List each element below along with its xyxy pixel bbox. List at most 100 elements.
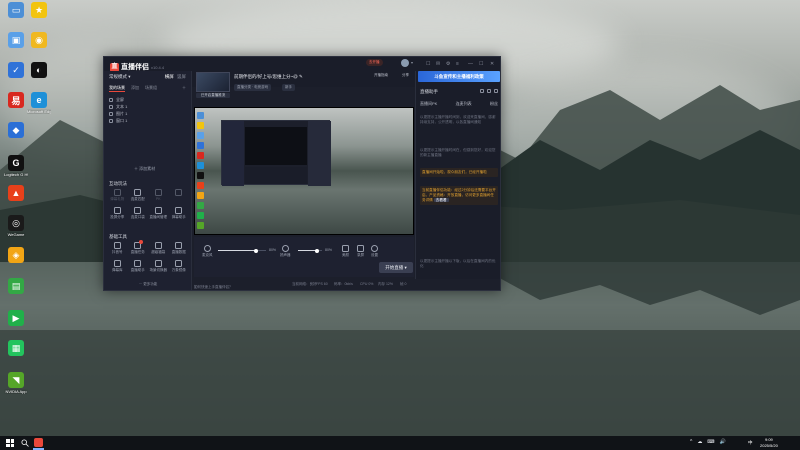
- portrait-toggle[interactable]: 竖屏: [177, 74, 186, 79]
- desktop-shortcut[interactable]: ▶: [4, 310, 28, 327]
- desktop-shortcut[interactable]: ◥ NVIDIA App: [4, 372, 28, 394]
- system-tray: ^ ☁ ⌨ 🔊: [690, 439, 726, 445]
- interact-tool[interactable]: [169, 189, 190, 202]
- speaker-control[interactable]: 扬声器: [280, 245, 291, 258]
- desktop-shortcut[interactable]: 易: [4, 92, 28, 109]
- stream-settings-button[interactable]: 设置: [371, 245, 378, 258]
- desktop-shortcut[interactable]: ▭: [4, 2, 28, 19]
- windows-start-icon[interactable]: [6, 439, 14, 447]
- checkbox-icon[interactable]: [109, 111, 113, 116]
- desktop-shortcut[interactable]: ✓: [4, 62, 28, 79]
- microphone-icon[interactable]: [203, 245, 211, 252]
- record-button[interactable]: 录屏: [357, 245, 364, 258]
- desktop-shortcut[interactable]: ◆: [4, 122, 28, 139]
- volume-icon[interactable]: 🔊: [720, 439, 726, 445]
- app-shortcut-icon: ◐: [31, 62, 47, 78]
- desktop-shortcut[interactable]: ★: [27, 2, 51, 19]
- mic-control[interactable]: 麦克风: [202, 245, 213, 258]
- desktop-shortcut[interactable]: ▤: [4, 278, 28, 295]
- message-icon[interactable]: ✉: [436, 61, 440, 67]
- interact-tool[interactable]: 投屏分享: [107, 207, 128, 220]
- stream-preview[interactable]: [194, 107, 414, 235]
- scene-item[interactable]: 全屏: [109, 96, 186, 103]
- basic-tool[interactable]: 抖音号: [107, 242, 128, 255]
- settings-gear-icon[interactable]: ⚙: [446, 61, 450, 67]
- beauty-effects-button[interactable]: 美颜: [342, 245, 349, 258]
- desktop-shortcut[interactable]: ◈: [4, 247, 28, 264]
- promo-banner[interactable]: 斗鱼宣传和主播福利政策: [418, 71, 500, 82]
- interact-tool[interactable]: 连麦口袋: [128, 207, 149, 220]
- desktop-shortcut[interactable]: ◎ WeGame: [4, 215, 28, 237]
- category-pill[interactable]: 直播分类 · 电竞游戏: [234, 84, 272, 91]
- basic-tool[interactable]: 弹幕库: [107, 260, 128, 273]
- speaker-icon[interactable]: [281, 245, 289, 252]
- tray-cloud-icon[interactable]: ☁: [697, 439, 702, 445]
- checkbox-icon[interactable]: [109, 118, 113, 123]
- interact-tool[interactable]: 弹幕礼物: [107, 189, 128, 202]
- desktop-shortcut[interactable]: ◉: [27, 32, 51, 49]
- tray-keyboard-icon[interactable]: ⌨: [707, 439, 714, 445]
- settings-icon[interactable]: [487, 89, 491, 93]
- close-icon[interactable]: ✕: [490, 61, 494, 67]
- tab-add[interactable]: 添加: [131, 85, 139, 92]
- taskbar: ^ ☁ ⌨ 🔊 中 9:09 2025/5/20: [0, 436, 800, 450]
- checkbox-icon[interactable]: [109, 97, 113, 102]
- view-task-link[interactable]: 去看看: [433, 198, 449, 202]
- minimize-icon[interactable]: —: [468, 61, 473, 67]
- stream-cover-thumbnail[interactable]: [196, 72, 230, 92]
- scene-item[interactable]: 图片 1: [109, 110, 186, 117]
- user-avatar[interactable]: [401, 59, 409, 67]
- menu-icon[interactable]: ≡: [456, 61, 459, 67]
- interact-tool[interactable]: 连麦匹配: [128, 189, 149, 202]
- tab-scene-group[interactable]: 场景组: [145, 85, 157, 92]
- go-live-pill[interactable]: 去开播: [366, 59, 383, 66]
- basic-tool[interactable]: 直播助手: [128, 260, 149, 273]
- mic-volume-slider[interactable]: [218, 248, 266, 253]
- user-menu-chevron-icon[interactable]: ▾: [411, 60, 413, 65]
- input-method-indicator[interactable]: 中: [748, 440, 753, 446]
- desktop-shortcut[interactable]: ▦: [4, 340, 28, 357]
- tray-overflow-icon[interactable]: ^: [690, 439, 692, 445]
- basic-tool[interactable]: 超级福袋: [148, 242, 169, 255]
- live-companion-window: 直 直播伴侣 v10.4.4 去开播 ▾ ☐ ✉ ⚙ ≡ — ☐ ✕ 开播指南 …: [103, 56, 501, 291]
- desktop-shortcut[interactable]: GLogitech G HUB: [4, 155, 28, 177]
- scene-item[interactable]: 文本 1: [109, 103, 186, 110]
- scene-mode-dropdown[interactable]: 常规模式 ▾: [109, 74, 131, 80]
- add-material-button[interactable]: ＋ 添加素材: [134, 166, 155, 172]
- interact-tool[interactable]: 直播间管理: [148, 207, 169, 220]
- feedback-icon[interactable]: ☐: [426, 61, 430, 67]
- refresh-icon[interactable]: [480, 89, 484, 93]
- basic-tool[interactable]: 场景切换器: [148, 260, 169, 273]
- tab-pk[interactable]: 直播间PK: [420, 101, 437, 107]
- landscape-toggle[interactable]: 横屏: [165, 74, 174, 79]
- edit-icon[interactable]: ✎: [299, 74, 303, 79]
- stream-title[interactable]: 前期伴侣的/好上号/思维上分~@ ✎: [234, 74, 303, 80]
- basic-tool[interactable]: 直播数据: [169, 242, 190, 255]
- taskbar-clock[interactable]: 9:09 2025/5/20: [760, 437, 778, 448]
- basic-tool[interactable]: 直播任务: [128, 240, 149, 255]
- search-icon[interactable]: [21, 439, 29, 447]
- more-features-link[interactable]: ··· 更多功能: [104, 282, 192, 287]
- taskbar-live-companion-icon[interactable]: [34, 438, 43, 447]
- checkbox-icon[interactable]: [109, 104, 113, 109]
- slider-handle[interactable]: [315, 248, 320, 253]
- desktop-shortcut[interactable]: eMicrosoft Edge: [27, 92, 51, 114]
- tool-icon: [113, 260, 121, 267]
- tool-label: 直播数据: [171, 250, 186, 254]
- start-live-button[interactable]: 开始直播 ▾: [379, 262, 413, 273]
- maximize-icon[interactable]: ☐: [479, 61, 483, 67]
- desktop-shortcut[interactable]: ▣: [4, 32, 28, 49]
- add-scene-plus-icon[interactable]: ＋: [182, 85, 186, 92]
- interact-tool[interactable]: 弹幕助手: [169, 207, 190, 220]
- desktop-shortcut[interactable]: ▲: [4, 185, 28, 202]
- interact-tool[interactable]: PK: [148, 189, 169, 202]
- basic-tool[interactable]: 万象镜像: [169, 260, 190, 273]
- tab-link-mic[interactable]: 连麦列表: [456, 101, 472, 107]
- tab-my-scenes[interactable]: 我的场景: [109, 85, 125, 92]
- scene-item[interactable]: 窗口 1: [109, 117, 186, 124]
- slider-handle[interactable]: [254, 248, 259, 253]
- speaker-volume-slider[interactable]: [298, 248, 322, 253]
- tab-fans[interactable]: 粉丝: [490, 101, 498, 107]
- expand-icon[interactable]: [494, 89, 498, 93]
- desktop-shortcut[interactable]: ◐: [27, 62, 51, 79]
